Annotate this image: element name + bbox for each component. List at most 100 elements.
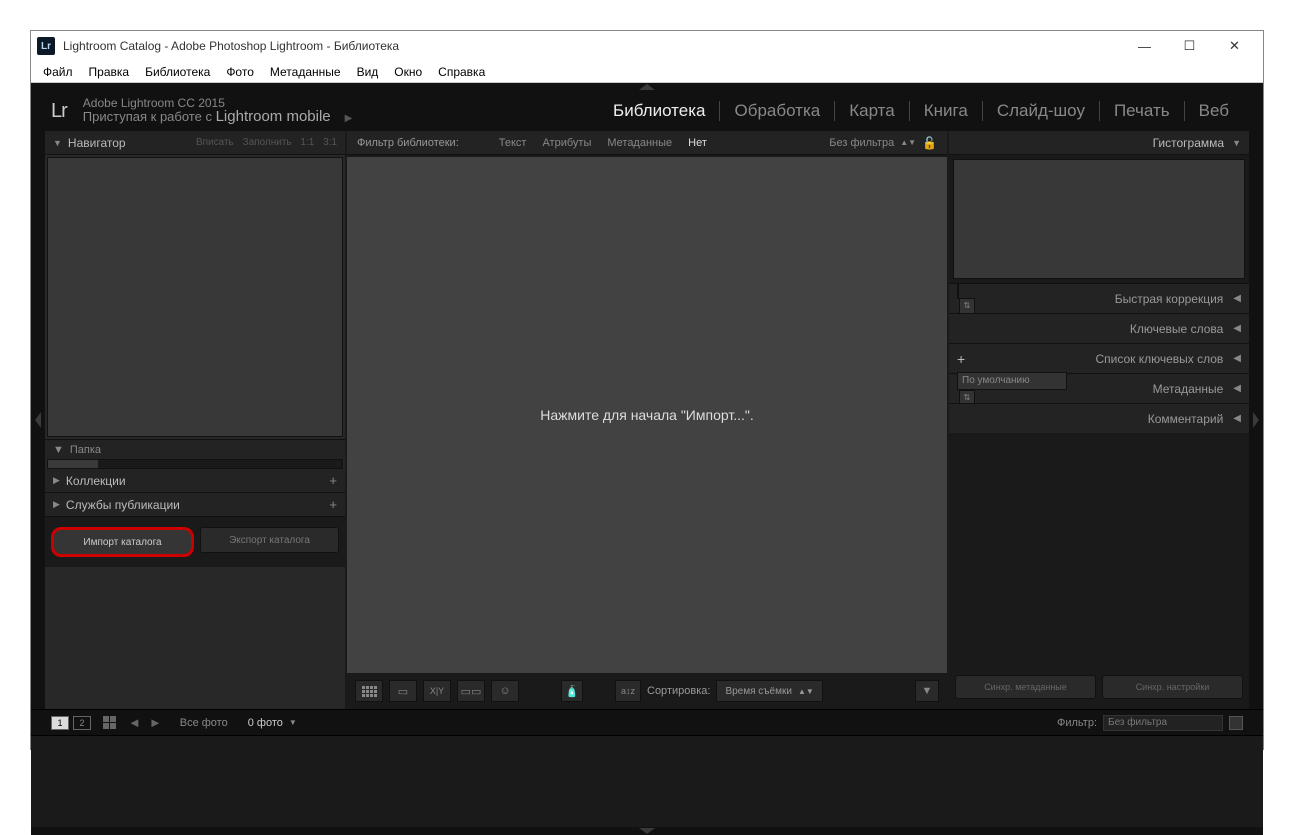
comments-header[interactable]: Комментарий ◀ — [949, 403, 1249, 433]
navigator-title: Навигатор — [68, 136, 126, 150]
main-window-button[interactable]: 1 — [51, 716, 69, 730]
histogram-display — [953, 159, 1245, 279]
module-map[interactable]: Карта — [835, 101, 910, 121]
identity-line2a: Приступая к работе с — [83, 109, 216, 124]
grid-view-button[interactable] — [355, 680, 383, 702]
app-body: Lr Adobe Lightroom CC 2015 Приступая к р… — [31, 83, 1263, 749]
module-slideshow[interactable]: Слайд-шоу — [983, 101, 1100, 121]
minimize-button[interactable]: — — [1122, 31, 1167, 61]
quick-develop-header[interactable]: ⇅ Быстрая коррекция ◀ — [949, 283, 1249, 313]
people-view-button[interactable]: ☺ — [491, 680, 519, 702]
spray-tool-button[interactable]: 🧴 — [561, 680, 583, 702]
folder-label: Папка — [70, 444, 101, 456]
bottom-panel-toggle[interactable] — [31, 827, 1263, 835]
sync-metadata-button[interactable]: Синхр. метаданные — [955, 675, 1096, 699]
quick-value-field[interactable] — [957, 283, 959, 299]
menu-window[interactable]: Окно — [386, 65, 430, 79]
filmstrip[interactable] — [31, 735, 1263, 827]
chevron-left-icon: ◀ — [1233, 383, 1241, 394]
identity-line2b: Lightroom mobile — [216, 108, 331, 125]
toolbar: ▭ X|Y ▭▭ ☺ 🧴 a↕z Сортировка: Время съёмк… — [347, 675, 947, 707]
add-keyword-button[interactable]: + — [957, 351, 965, 367]
keywordlist-title: Список ключевых слов — [1095, 352, 1223, 366]
folder-scrollbar[interactable] — [47, 459, 343, 469]
filter-text[interactable]: Текст — [499, 137, 527, 149]
grid-icon[interactable] — [103, 716, 116, 729]
identity-text[interactable]: Adobe Lightroom CC 2015 Приступая к рабо… — [83, 96, 353, 126]
sort-dropdown[interactable]: Время съёмки▲▼ — [716, 680, 822, 702]
filter-preset[interactable]: Без фильтра — [829, 137, 894, 149]
photo-count: 0 фото — [248, 717, 283, 729]
chevron-updown-icon[interactable]: ▲▼ — [900, 138, 916, 147]
left-panel-toggle[interactable] — [31, 131, 45, 709]
navigator-header[interactable]: ▼ Навигатор Вписать Заполнить 1:1 3:1 — [45, 131, 345, 155]
menu-photo[interactable]: Фото — [218, 65, 262, 79]
nav-back-button[interactable]: ◄ — [128, 715, 141, 730]
maximize-button[interactable]: ☐ — [1167, 31, 1212, 61]
loupe-view-button[interactable]: ▭ — [389, 680, 417, 702]
zoom-31[interactable]: 3:1 — [323, 137, 337, 148]
folder-header[interactable]: ▼ Папка — [45, 439, 345, 459]
menu-view[interactable]: Вид — [349, 65, 387, 79]
library-filter-bar: Фильтр библиотеки: Текст Атрибуты Метада… — [347, 131, 947, 155]
stepper-icon[interactable]: ⇅ — [959, 298, 975, 314]
module-library[interactable]: Библиотека — [599, 101, 720, 121]
zoom-fill[interactable]: Заполнить — [243, 137, 292, 148]
chevron-left-icon: ◀ — [1233, 293, 1241, 304]
film-filter-select[interactable]: Без фильтра — [1103, 715, 1223, 731]
grid-viewport[interactable]: Нажмите для начала "Импорт...". — [347, 157, 947, 673]
collections-header[interactable]: ▶ Коллекции + — [45, 469, 345, 493]
survey-view-button[interactable]: ▭▭ — [457, 680, 485, 702]
module-book[interactable]: Книга — [910, 101, 983, 121]
chevron-down-icon[interactable]: ▼ — [289, 718, 297, 727]
filter-metadata[interactable]: Метаданные — [607, 137, 672, 149]
chevron-down-icon: ▼ — [53, 444, 64, 456]
zoom-fit[interactable]: Вписать — [196, 137, 234, 148]
sort-direction-button[interactable]: a↕z — [615, 680, 641, 702]
export-catalog-button[interactable]: Экспорт каталога — [200, 527, 339, 553]
menu-file[interactable]: Файл — [35, 65, 81, 79]
zoom-11[interactable]: 1:1 — [300, 137, 314, 148]
menubar: Файл Правка Библиотека Фото Метаданные В… — [31, 61, 1263, 83]
film-filter-label: Фильтр: — [1057, 717, 1097, 729]
chevron-right-icon: ▶ — [53, 499, 60, 510]
add-publish-button[interactable]: + — [329, 497, 337, 512]
nav-forward-button[interactable]: ► — [149, 715, 162, 730]
close-button[interactable]: ✕ — [1212, 31, 1257, 61]
module-print[interactable]: Печать — [1100, 101, 1185, 121]
module-picker: Библиотека Обработка Карта Книга Слайд-ш… — [599, 101, 1243, 121]
right-panel-toggle[interactable] — [1249, 131, 1263, 709]
menu-metadata[interactable]: Метаданные — [262, 65, 349, 79]
menu-library[interactable]: Библиотека — [137, 65, 218, 79]
menu-help[interactable]: Справка — [430, 65, 493, 79]
app-icon: Lr — [37, 37, 55, 55]
publish-header[interactable]: ▶ Службы публикации + — [45, 493, 345, 517]
publish-title: Службы публикации — [66, 498, 180, 512]
identity-bar: Lr Adobe Lightroom CC 2015 Приступая к р… — [31, 91, 1263, 131]
metadata-header[interactable]: По умолчанию⇅ Метаданные ◀ — [949, 373, 1249, 403]
compare-view-button[interactable]: X|Y — [423, 680, 451, 702]
import-catalog-button[interactable]: Импорт каталога — [51, 527, 194, 557]
metadata-title: Метаданные — [1153, 382, 1224, 396]
add-collection-button[interactable]: + — [329, 473, 337, 488]
keywordlist-header[interactable]: + Список ключевых слов ◀ — [949, 343, 1249, 373]
filter-none[interactable]: Нет — [688, 137, 707, 149]
source-label[interactable]: Все фото — [180, 717, 228, 729]
play-icon[interactable]: ▶ — [345, 113, 353, 124]
toolbar-menu-button[interactable]: ▼ — [915, 680, 939, 702]
sync-settings-button[interactable]: Синхр. настройки — [1102, 675, 1243, 699]
navigator-preview[interactable] — [47, 157, 343, 437]
filter-switch-icon[interactable] — [1229, 716, 1243, 730]
menu-edit[interactable]: Правка — [81, 65, 138, 79]
module-web[interactable]: Веб — [1185, 101, 1243, 121]
histogram-header[interactable]: Гистограмма ▼ — [949, 131, 1249, 155]
keywords-header[interactable]: Ключевые слова ◀ — [949, 313, 1249, 343]
module-develop[interactable]: Обработка — [720, 101, 835, 121]
lock-icon[interactable]: 🔓 — [922, 136, 937, 150]
titlebar[interactable]: Lr Lightroom Catalog - Adobe Photoshop L… — [31, 31, 1263, 61]
metadata-preset-select[interactable]: По умолчанию — [957, 372, 1067, 390]
filter-attributes[interactable]: Атрибуты — [542, 137, 591, 149]
sort-label: Сортировка: — [647, 685, 710, 697]
top-panel-toggle[interactable] — [31, 83, 1263, 91]
second-window-button[interactable]: 2 — [73, 716, 91, 730]
